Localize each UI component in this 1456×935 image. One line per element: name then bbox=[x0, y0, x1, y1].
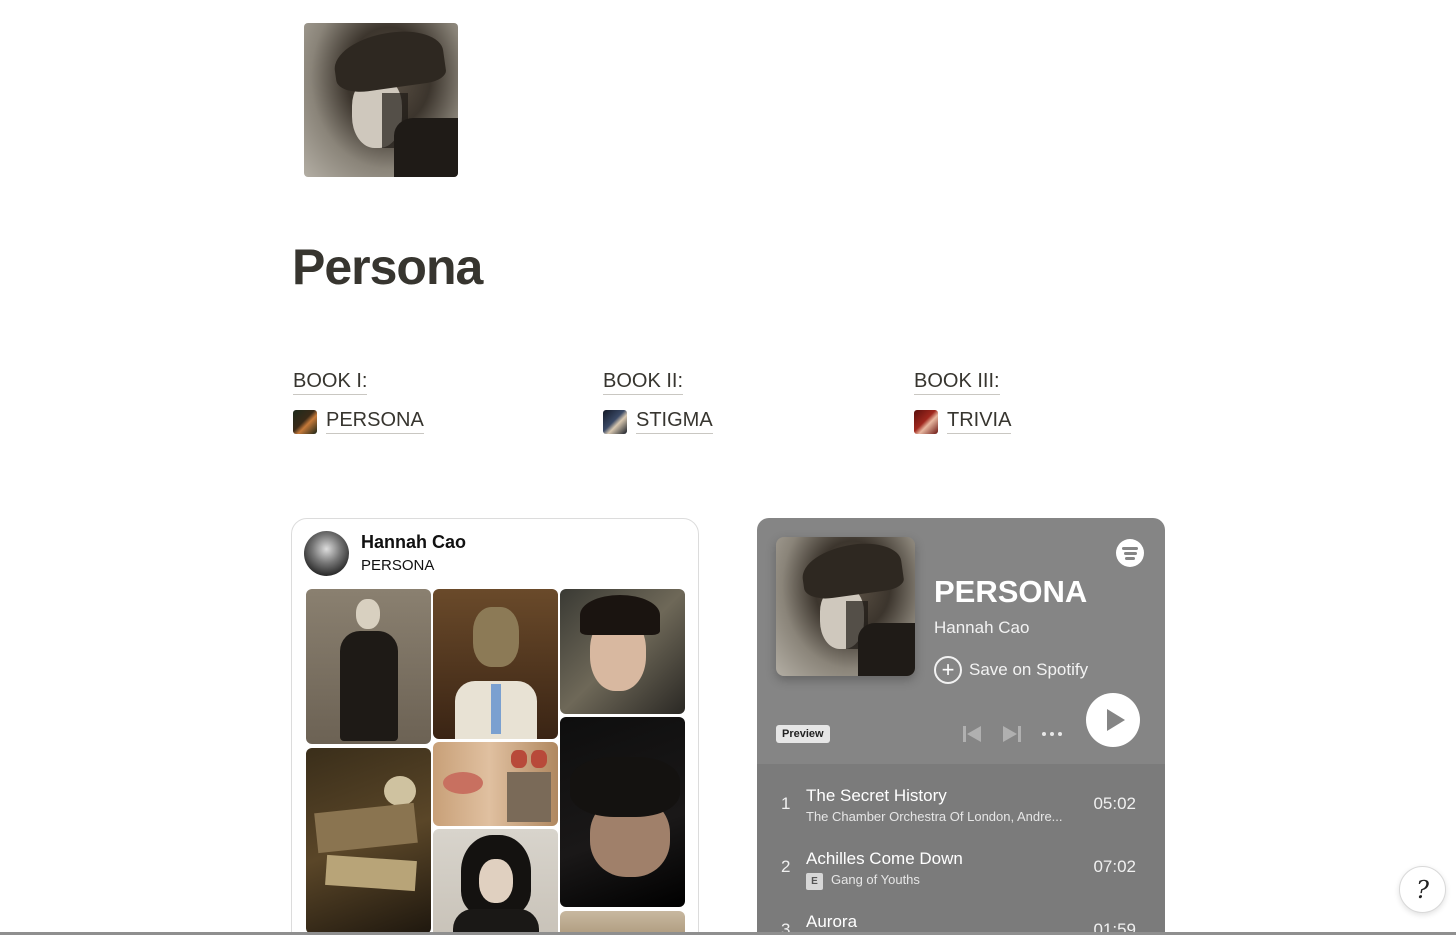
book-link-label: STIGMA bbox=[636, 409, 713, 434]
pin-image-mask[interactable] bbox=[433, 589, 558, 739]
track-row[interactable]: 1 The Secret History The Chamber Orchest… bbox=[757, 774, 1165, 836]
page-title: Persona bbox=[292, 239, 483, 295]
track-list: 1 The Secret History The Chamber Orchest… bbox=[757, 764, 1165, 935]
portrait-hat bbox=[330, 25, 448, 96]
track-duration: 07:02 bbox=[1093, 857, 1136, 876]
book-link-stigma[interactable]: STIGMA bbox=[603, 409, 883, 434]
pin-image-dark-hair[interactable] bbox=[433, 829, 558, 935]
save-on-spotify-button[interactable]: + Save on Spotify bbox=[934, 656, 1088, 684]
spotify-logo-icon[interactable] bbox=[1116, 539, 1144, 567]
book-thumb-icon bbox=[914, 409, 938, 434]
pin-image-sleeping-face[interactable] bbox=[560, 717, 685, 907]
book-thumb-icon bbox=[293, 409, 317, 434]
preview-badge: Preview bbox=[776, 725, 830, 743]
pinterest-board-name[interactable]: PERSONA bbox=[361, 557, 434, 574]
help-button[interactable]: ? bbox=[1399, 866, 1446, 913]
portrait-coat bbox=[394, 118, 458, 177]
track-name: Aurora bbox=[806, 912, 858, 931]
help-icon: ? bbox=[1416, 875, 1429, 904]
track-name: The Secret History bbox=[806, 786, 947, 805]
book-column-2: BOOK II: STIGMA bbox=[603, 370, 883, 434]
pinterest-board-embed[interactable]: Hannah Cao PERSONA bbox=[291, 518, 699, 935]
book-link-persona[interactable]: PERSONA bbox=[293, 409, 573, 434]
explicit-badge: E bbox=[806, 873, 823, 890]
play-button[interactable] bbox=[1086, 693, 1140, 747]
avatar[interactable] bbox=[304, 531, 349, 576]
book-column-3: BOOK III: TRIVIA bbox=[914, 370, 1194, 434]
previous-track-icon[interactable] bbox=[962, 725, 982, 743]
track-row[interactable]: 2 Achilles Come Down E Gang of Youths 07:… bbox=[757, 837, 1165, 899]
track-name: Achilles Come Down bbox=[806, 849, 963, 868]
album-cover[interactable] bbox=[776, 537, 915, 676]
track-duration: 05:02 bbox=[1093, 794, 1136, 813]
book-heading[interactable]: BOOK III: bbox=[914, 370, 1000, 395]
track-number: 2 bbox=[781, 857, 791, 876]
pinterest-user-name[interactable]: Hannah Cao bbox=[361, 532, 466, 553]
plus-circle-icon: + bbox=[934, 656, 962, 684]
next-track-icon[interactable] bbox=[1002, 725, 1022, 743]
spotify-embed: PERSONA Hannah Cao + Save on Spotify Pre… bbox=[757, 518, 1165, 935]
playlist-artist[interactable]: Hannah Cao bbox=[934, 618, 1029, 638]
playlist-title[interactable]: PERSONA bbox=[934, 574, 1087, 610]
pin-image-portrait-girl[interactable] bbox=[560, 589, 685, 714]
play-icon bbox=[1107, 709, 1125, 731]
track-number: 1 bbox=[781, 794, 791, 813]
track-row[interactable]: 3 Aurora 01:59 bbox=[757, 900, 1165, 935]
track-artist: The Chamber Orchestra Of London, Andre..… bbox=[806, 809, 1063, 824]
book-thumb-icon bbox=[603, 409, 627, 434]
book-heading[interactable]: BOOK II: bbox=[603, 370, 684, 395]
book-heading[interactable]: BOOK I: bbox=[293, 370, 368, 395]
track-artist: Gang of Youths bbox=[831, 872, 920, 887]
more-options-icon[interactable] bbox=[1041, 725, 1063, 743]
save-label: Save on Spotify bbox=[969, 660, 1089, 679]
pin-image-puppet[interactable] bbox=[306, 589, 431, 744]
book-link-trivia[interactable]: TRIVIA bbox=[914, 409, 1194, 434]
pin-image-still-life[interactable] bbox=[306, 748, 431, 934]
book-link-label: TRIVIA bbox=[947, 409, 1012, 434]
track-artist-line: E Gang of Youths bbox=[806, 872, 1076, 890]
book-column-1: BOOK I: PERSONA bbox=[293, 370, 573, 434]
book-link-label: PERSONA bbox=[326, 409, 424, 434]
page-icon-portrait[interactable] bbox=[304, 23, 458, 177]
pin-image-lips-masks[interactable] bbox=[433, 742, 558, 826]
